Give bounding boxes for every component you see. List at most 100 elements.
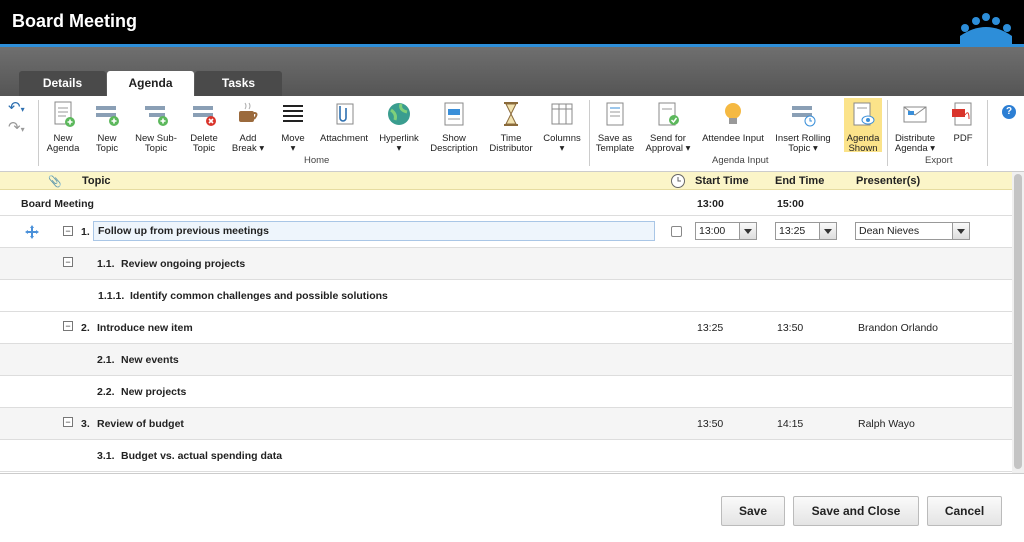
save-and-close-button[interactable]: Save and Close: [793, 496, 919, 526]
topic-number: 2.2.: [97, 386, 115, 398]
new-subtopic-icon: [145, 106, 168, 126]
redo-icon[interactable]: ↷▾: [8, 119, 36, 139]
agenda-grid: Board Meeting 13:00 15:00 − 1. Follow up…: [0, 190, 1012, 473]
new-subtopic-button[interactable]: New Sub-Topic: [134, 100, 178, 154]
table-row[interactable]: 1.1.1. Identify common challenges and po…: [0, 280, 1012, 312]
topic-number: 3.1.: [97, 450, 115, 462]
ribbon-divider: [589, 100, 590, 166]
group-label-home: Home: [304, 155, 330, 166]
save-button[interactable]: Save: [721, 496, 785, 526]
show-description-label: Show Description: [430, 133, 478, 154]
end-time-select[interactable]: 13:25: [775, 222, 837, 240]
collapse-toggle[interactable]: −: [63, 226, 73, 236]
table-row[interactable]: 2.1. New events: [0, 344, 1012, 376]
new-agenda-icon: [54, 101, 75, 127]
window-title: Board Meeting: [12, 11, 138, 31]
end-time-column-header[interactable]: End Time: [775, 175, 824, 187]
end-time-value: 13:50: [777, 322, 804, 334]
topic-number: 1.1.: [97, 258, 115, 270]
delete-topic-button[interactable]: Delete Topic: [186, 100, 222, 154]
delete-topic-label: Delete Topic: [190, 133, 218, 154]
topic-number: 2.1.: [97, 354, 115, 366]
send-for-approval-button[interactable]: Send for Approval ▾: [644, 100, 692, 154]
agenda-shown-button[interactable]: Agenda Shown: [844, 98, 882, 154]
pdf-icon: [952, 102, 972, 126]
new-topic-button[interactable]: New Topic: [89, 100, 125, 154]
columns-button[interactable]: Columns ▾: [542, 100, 582, 154]
pdf-button[interactable]: PDF: [946, 100, 980, 144]
cancel-button[interactable]: Cancel: [927, 496, 1002, 526]
chevron-down-icon[interactable]: [952, 223, 969, 239]
topic-title[interactable]: Review ongoing projects: [121, 258, 245, 270]
topic-title[interactable]: Introduce new item: [97, 322, 193, 334]
lightbulb-icon: [725, 103, 741, 124]
topic-title-input[interactable]: Follow up from previous meetings: [93, 221, 655, 241]
topic-title[interactable]: New projects: [121, 386, 186, 398]
ribbon-divider: [987, 100, 988, 166]
topic-column-header[interactable]: Topic: [82, 175, 111, 187]
collapse-toggle[interactable]: −: [63, 417, 73, 427]
vertical-scrollbar[interactable]: [1012, 172, 1024, 473]
presenter-value: Brandon Orlando: [858, 322, 938, 334]
attendee-input-button[interactable]: Attendee Input: [702, 100, 764, 144]
rolling-topic-checkbox[interactable]: [671, 226, 682, 237]
help-icon[interactable]: ?: [1002, 105, 1016, 119]
tab-bar: Details Agenda Tasks: [0, 47, 1024, 96]
chevron-down-icon[interactable]: [819, 223, 836, 239]
scrollbar-thumb[interactable]: [1014, 174, 1022, 469]
tab-agenda[interactable]: Agenda: [107, 71, 194, 96]
move-button[interactable]: Move ▾: [276, 100, 310, 154]
collapse-toggle[interactable]: −: [63, 257, 73, 267]
undo-redo-group: ↶▾ ↷▾: [8, 99, 36, 139]
table-row[interactable]: − 1.1. Review ongoing projects: [0, 248, 1012, 280]
new-topic-icon: [96, 106, 119, 126]
new-subtopic-label: New Sub-Topic: [135, 133, 177, 154]
title-bar: Board Meeting: [0, 0, 1024, 44]
attachment-button[interactable]: Attachment: [320, 100, 368, 144]
topic-title[interactable]: Identify common challenges and possible …: [130, 290, 388, 302]
envelope-icon: [903, 106, 927, 123]
end-time-value: 14:15: [777, 418, 804, 430]
description-icon: [444, 102, 464, 126]
topic-title[interactable]: Budget vs. actual spending data: [121, 450, 282, 462]
paperclip-icon: [336, 103, 354, 125]
insert-rolling-topic-label: Insert Rolling Topic ▾: [775, 133, 831, 154]
add-break-button[interactable]: Add Break ▾: [230, 100, 266, 154]
ribbon-toolbar: ↶▾ ↷▾ New Agenda New Topic New Sub-Topic…: [0, 96, 1024, 172]
tab-tasks[interactable]: Tasks: [195, 71, 282, 96]
table-row[interactable]: − 1. Follow up from previous meetings 13…: [0, 216, 1012, 248]
topic-title[interactable]: New events: [121, 354, 179, 366]
show-description-button[interactable]: Show Description: [430, 100, 478, 154]
group-label-export: Export: [925, 155, 953, 166]
chevron-down-icon[interactable]: [739, 223, 756, 239]
agenda-shown-label: Agenda Shown: [846, 133, 880, 154]
tab-details[interactable]: Details: [19, 71, 106, 96]
presenter-select[interactable]: Dean Nieves: [855, 222, 970, 240]
ribbon-divider: [887, 100, 888, 166]
new-agenda-button[interactable]: New Agenda: [44, 100, 82, 154]
attachment-label: Attachment: [320, 133, 369, 144]
end-time-value: 13:25: [779, 225, 806, 237]
collapse-toggle[interactable]: −: [63, 321, 73, 331]
table-row[interactable]: 3.1. Budget vs. actual spending data: [0, 440, 1012, 472]
table-row[interactable]: − 3. Review of budget 13:50 14:15 Ralph …: [0, 408, 1012, 440]
presenters-column-header[interactable]: Presenter(s): [856, 175, 920, 187]
hyperlink-button[interactable]: Hyperlink ▾: [378, 100, 420, 154]
attendee-input-label: Attendee Input: [702, 133, 764, 144]
drag-handle-icon[interactable]: [24, 224, 40, 243]
table-row[interactable]: − 2. Introduce new item 13:25 13:50 Bran…: [0, 312, 1012, 344]
save-as-template-button[interactable]: Save as Template: [594, 100, 636, 154]
attachment-column-icon: 📎: [48, 176, 62, 188]
table-row[interactable]: 2.2. New projects: [0, 376, 1012, 408]
template-icon: [606, 102, 624, 126]
topic-title[interactable]: Review of budget: [97, 418, 184, 430]
start-time-select[interactable]: 13:00: [695, 222, 757, 240]
insert-rolling-topic-button[interactable]: Insert Rolling Topic ▾: [772, 100, 834, 154]
time-distributor-button[interactable]: Time Distributor: [488, 100, 534, 154]
start-time-column-header[interactable]: Start Time: [695, 175, 749, 187]
logo-icon: [960, 13, 1012, 44]
presenter-value: Ralph Wayo: [858, 418, 915, 430]
agenda-column-header: 📎 Topic Start Time End Time Presenter(s): [0, 172, 1012, 190]
distribute-agenda-button[interactable]: Distribute Agenda ▾: [893, 100, 937, 154]
undo-icon[interactable]: ↶▾: [8, 99, 36, 119]
